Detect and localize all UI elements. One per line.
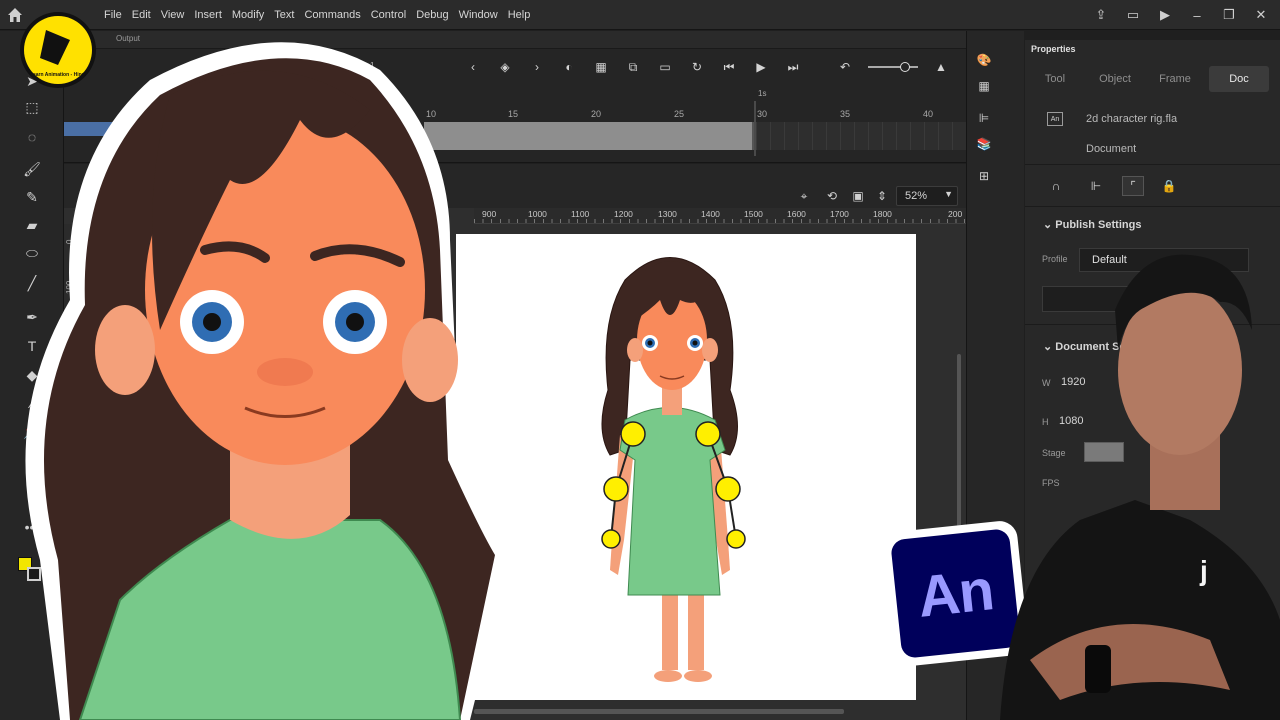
frame-number: 25	[674, 109, 685, 119]
publish-settings-label: Publish Settings	[1055, 219, 1142, 231]
ruler-label: 1400	[701, 209, 720, 219]
bone-joint[interactable]	[603, 476, 629, 502]
tab-doc[interactable]: Doc	[1209, 66, 1269, 92]
ruler-label: 1300	[658, 209, 677, 219]
presenter-photo: j	[1000, 254, 1280, 720]
tab-frame[interactable]: Frame	[1145, 66, 1205, 92]
ruler-label: 1100	[571, 209, 590, 219]
zoom-select[interactable]: 52% ▼	[896, 186, 958, 206]
play-icon[interactable]: ▶	[752, 58, 770, 76]
onion-skin-icon[interactable]: ◐	[560, 58, 578, 76]
undo-icon[interactable]: ↶	[836, 58, 854, 76]
document-filename: 2d character rig.fla	[1086, 113, 1178, 125]
edit-multiple-icon[interactable]: ⧉	[624, 58, 642, 76]
panel-title: Properties	[1031, 44, 1076, 54]
timeline-zoom-slider[interactable]	[868, 62, 918, 72]
channel-logo: Learn Animation - Hindi	[20, 12, 96, 88]
ruler-label: 1200	[614, 209, 633, 219]
shirt-logo: j	[1199, 555, 1208, 586]
minimize-icon[interactable]: –	[1186, 4, 1208, 26]
bone-joint[interactable]	[620, 421, 646, 447]
publish-settings-header[interactable]: ⌄ Publish Settings	[1043, 218, 1141, 231]
restore-icon[interactable]: ❐	[1218, 4, 1240, 26]
color-panel-icon[interactable]: 🎨	[975, 51, 993, 69]
loop-icon[interactable]: ↻	[688, 58, 706, 76]
frame-number: 40	[923, 109, 934, 119]
create-tween-icon[interactable]: ▭	[656, 58, 674, 76]
snap-align-icon[interactable]: ⊩	[1085, 176, 1107, 196]
rigged-character[interactable]	[580, 240, 760, 690]
frame-number: 20	[591, 109, 602, 119]
center-stage-icon[interactable]: ⌖	[796, 188, 812, 204]
ruler-label: 1600	[787, 209, 806, 219]
playback-controls: ‹ ◈ › ◐ ▦ ⧉ ▭ ↻ ⏮ ▶ ⏭ ↶ ▲	[464, 57, 950, 77]
bone-joint[interactable]	[695, 421, 721, 447]
close-icon[interactable]: ✕	[1250, 4, 1272, 26]
animate-window: File Edit View Insert Modify Text Comman…	[0, 0, 1280, 720]
bone-joint[interactable]	[726, 529, 746, 549]
align-icon[interactable]: ⊫	[975, 109, 993, 127]
document-label: Document	[1086, 143, 1137, 155]
rotate-stage-icon[interactable]: ⟲	[824, 188, 840, 204]
ruler-label: 1800	[873, 209, 892, 219]
horizontal-scrollbar[interactable]	[474, 709, 844, 714]
an-logo-text: An	[914, 557, 997, 630]
next-keyframe-icon[interactable]: ›	[528, 58, 546, 76]
empty-frames[interactable]	[756, 122, 966, 136]
ruler-label: 1700	[830, 209, 849, 219]
ruler-label: 200	[948, 209, 963, 219]
swatches-icon[interactable]: ▦	[975, 77, 993, 95]
properties-tabs: Tool Object Frame Doc	[1025, 66, 1280, 94]
step-back-icon[interactable]: ⏮	[720, 58, 738, 76]
lock-icon[interactable]: 🔒	[1158, 176, 1180, 196]
snap-icon[interactable]: ∩	[1045, 176, 1067, 196]
window-controls: ⇪ ▭ ▶ – ❐ ✕	[1090, 4, 1272, 26]
ruler-label: 1500	[744, 209, 763, 219]
document-file-icon: An	[1047, 112, 1063, 126]
test-movie-icon[interactable]: ▶	[1154, 4, 1176, 26]
library-icon[interactable]: 📚	[975, 135, 993, 153]
frame-number: 35	[840, 109, 851, 119]
timeline-zoom-handle[interactable]	[900, 62, 910, 72]
onion-outline-icon[interactable]: ▦	[592, 58, 610, 76]
empty-frames[interactable]	[756, 136, 966, 150]
workspace-icon[interactable]: ▭	[1122, 4, 1144, 26]
share-icon[interactable]: ⇪	[1090, 4, 1112, 26]
zoom-stepper-icon[interactable]: ⇕	[874, 188, 890, 204]
logo-text: Learn Animation - Hindi	[30, 72, 87, 78]
playhead[interactable]	[754, 101, 756, 156]
chevron-down-icon: ⌄	[1043, 219, 1056, 231]
divider	[1025, 206, 1280, 207]
frame-number: 30	[757, 109, 768, 119]
bone-joint[interactable]	[601, 529, 621, 549]
horizontal-ruler: 900 1000 1100 1200 1300 1400 1500 1600 1…	[474, 208, 966, 224]
ruler-label: 1000	[528, 209, 547, 219]
time-marker: 1s	[758, 89, 767, 98]
chevron-down-icon: ▼	[944, 189, 953, 199]
divider	[1025, 164, 1280, 165]
step-forward-icon[interactable]: ⏭	[784, 58, 802, 76]
tab-object[interactable]: Object	[1085, 66, 1145, 92]
character-closeup-illustration	[25, 42, 510, 720]
bone-joint[interactable]	[715, 476, 741, 502]
clip-content-icon[interactable]: ▣	[850, 188, 866, 204]
snap-to-grid-icon[interactable]: ⌜	[1122, 176, 1144, 196]
zoom-value: 52%	[905, 190, 928, 202]
tab-tool[interactable]: Tool	[1025, 66, 1085, 92]
fit-frames-icon[interactable]: ▲	[932, 58, 950, 76]
components-icon[interactable]: ⊞	[975, 167, 993, 185]
